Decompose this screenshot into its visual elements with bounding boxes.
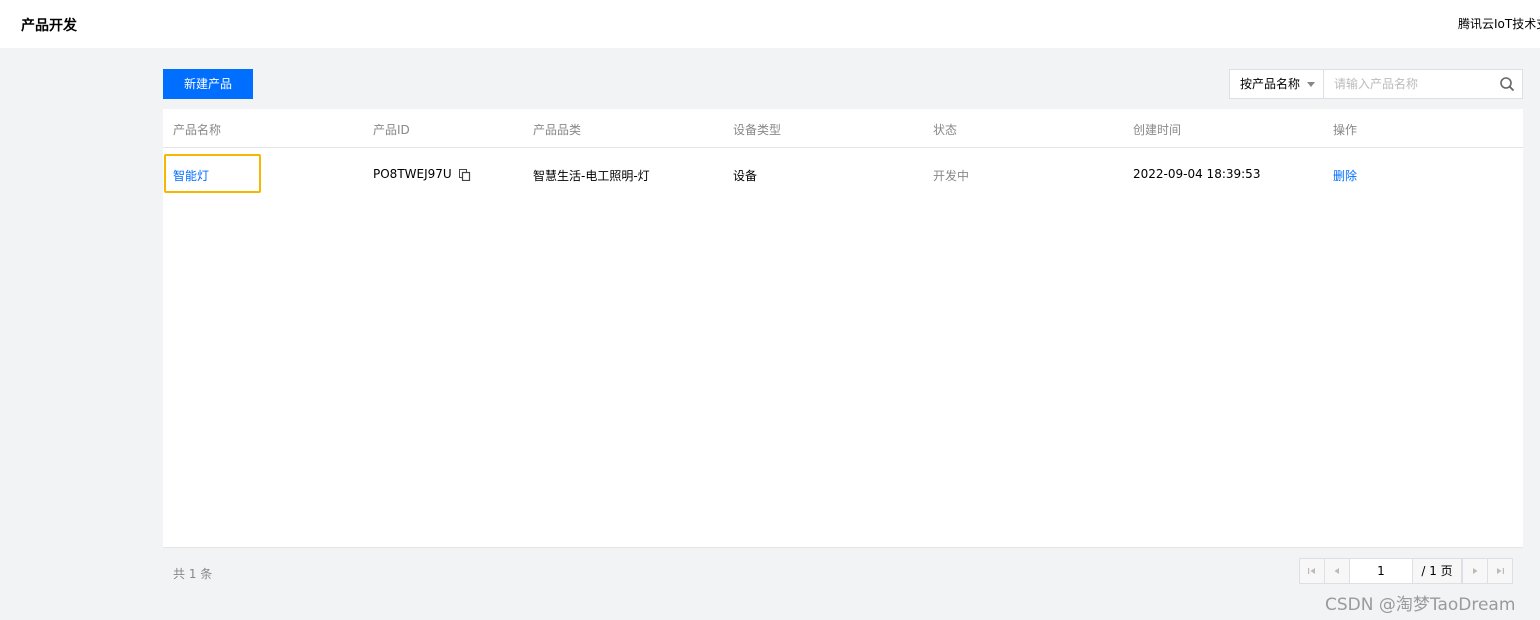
total-count: 共 1 条 [173,567,213,581]
table-row: 智能灯 PO8TWEJ97U 智慧生活-电工照明-灯 设备 开发中 2022-0… [163,148,1523,200]
search-icon[interactable] [1499,76,1515,92]
pagination: 1 / 1 页 [1299,558,1513,584]
created-time: 2022-09-04 18:39:53 [1133,167,1261,181]
status-text: 开发中 [933,169,970,183]
last-page-icon [1497,568,1504,574]
prev-page-icon [1334,568,1339,574]
delete-link[interactable]: 删除 [1333,167,1357,184]
next-page-button[interactable] [1462,558,1488,584]
next-page-icon [1473,568,1478,574]
support-link[interactable]: 腾讯云IoT技术支 [1458,15,1540,32]
caret-down-icon [1307,82,1315,87]
first-page-button[interactable] [1299,558,1325,584]
search-field-label: 按产品名称 [1240,77,1301,91]
table-header: 产品名称 产品ID 产品品类 设备类型 状态 创建时间 操作 [163,109,1523,148]
column-header-id: 产品ID [373,123,410,137]
search-group: 按产品名称 [1229,69,1523,99]
new-product-button[interactable]: 新建产品 [163,69,253,99]
column-header-actions: 操作 [1333,123,1358,137]
column-header-created: 创建时间 [1133,123,1182,137]
copy-icon[interactable] [459,169,471,181]
page-total: / 1 页 [1412,558,1462,584]
page-number-input[interactable]: 1 [1349,558,1413,584]
product-table: 产品名称 产品ID 产品品类 设备类型 状态 创建时间 操作 智能灯 PO8TW… [163,109,1523,548]
last-page-button[interactable] [1487,558,1513,584]
search-field-select[interactable]: 按产品名称 [1229,69,1324,99]
first-page-icon [1308,568,1315,574]
column-header-category: 产品品类 [533,123,582,137]
search-input[interactable] [1323,69,1523,99]
top-bar: 产品开发 腾讯云IoT技术支 [0,0,1540,48]
column-header-status: 状态 [933,123,958,137]
product-id: PO8TWEJ97U [373,167,452,181]
product-category: 智慧生活-电工照明-灯 [533,169,650,183]
column-header-name: 产品名称 [173,123,222,137]
device-type: 设备 [733,169,758,183]
prev-page-button[interactable] [1324,558,1350,584]
page-title: 产品开发 [21,18,77,34]
column-header-device-type: 设备类型 [733,123,782,137]
watermark-text: CSDN @淘梦TaoDream [1325,595,1516,615]
product-name-link[interactable]: 智能灯 [173,167,209,184]
